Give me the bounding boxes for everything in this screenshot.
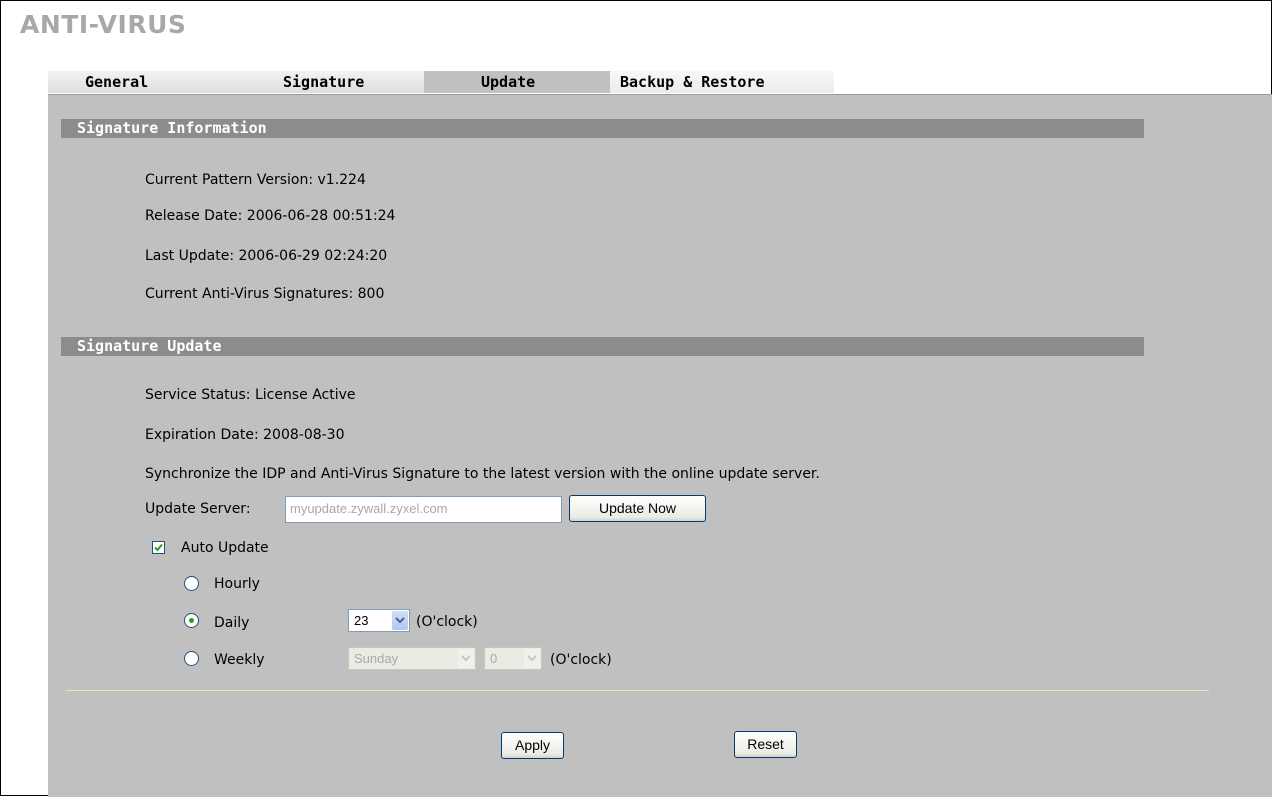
- tab-update[interactable]: Update: [424, 71, 610, 93]
- update-now-button[interactable]: Update Now: [569, 495, 706, 522]
- daily-label: Daily: [214, 615, 250, 631]
- sync-description: Synchronize the IDP and Anti-Virus Signa…: [145, 466, 820, 482]
- chevron-down-icon: [524, 649, 540, 668]
- current-pattern-version: Current Pattern Version: v1.224: [145, 172, 366, 188]
- reset-button[interactable]: Reset: [734, 731, 797, 758]
- chevron-down-icon: [392, 611, 408, 630]
- weekly-oclock-label: (O'clock): [550, 652, 612, 668]
- tab-backup-restore[interactable]: Backup & Restore: [610, 71, 834, 93]
- weekly-radio[interactable]: [184, 651, 199, 666]
- current-signatures: Current Anti-Virus Signatures: 800: [145, 286, 385, 302]
- weekly-day-value: Sunday: [354, 651, 399, 666]
- hourly-label: Hourly: [214, 576, 260, 592]
- daily-oclock-label: (O'clock): [416, 614, 478, 630]
- expiration-date: Expiration Date: 2008-08-30: [145, 427, 345, 443]
- auto-update-label: Auto Update: [181, 540, 269, 556]
- weekly-label: Weekly: [214, 652, 265, 668]
- update-panel: [48, 94, 1272, 797]
- auto-update-checkbox[interactable]: [152, 541, 165, 554]
- update-server-input[interactable]: myupdate.zywall.zyxel.com: [285, 496, 562, 523]
- last-update: Last Update: 2006-06-29 02:24:20: [145, 248, 388, 264]
- divider: [66, 690, 1209, 691]
- tab-signature[interactable]: Signature: [238, 71, 424, 93]
- service-status: Service Status: License Active: [145, 387, 356, 403]
- release-date: Release Date: 2006-06-28 00:51:24: [145, 208, 396, 224]
- section-header-signature-information: Signature Information: [61, 119, 1144, 138]
- daily-radio[interactable]: [184, 613, 199, 628]
- chevron-down-icon: [458, 649, 474, 668]
- tab-general[interactable]: General: [48, 71, 238, 93]
- check-icon: [154, 543, 163, 552]
- page-title: ANTI-VIRUS: [20, 10, 187, 39]
- apply-button[interactable]: Apply: [501, 732, 564, 759]
- update-server-label: Update Server:: [145, 501, 251, 517]
- weekly-hour-select[interactable]: 0: [484, 647, 542, 670]
- weekly-hour-value: 0: [490, 651, 498, 666]
- hourly-radio[interactable]: [184, 576, 199, 591]
- section-header-signature-update: Signature Update: [61, 337, 1144, 356]
- weekly-day-select[interactable]: Sunday: [348, 647, 476, 670]
- daily-hour-select[interactable]: 23: [348, 609, 410, 632]
- daily-hour-value: 23: [354, 613, 369, 628]
- radio-selected-dot: [189, 618, 194, 623]
